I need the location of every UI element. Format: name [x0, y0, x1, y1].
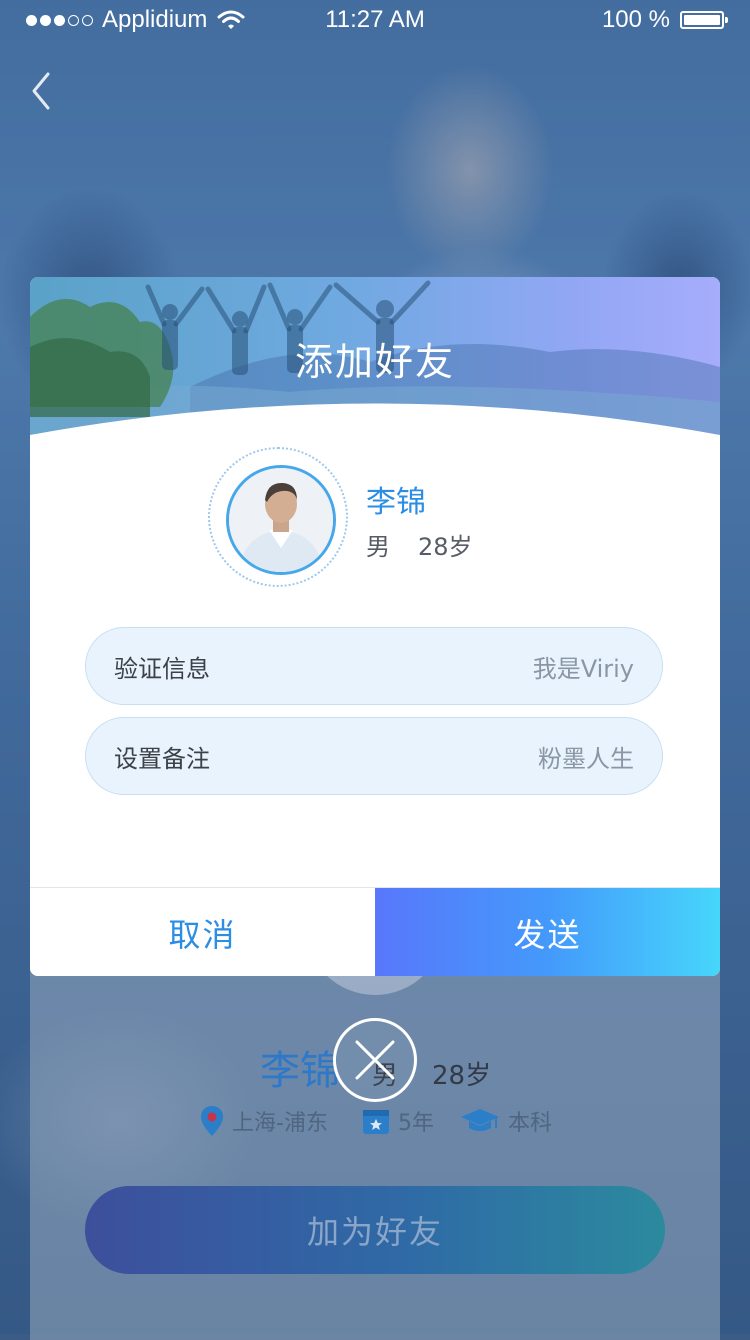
modal-header: 添加好友 — [30, 277, 720, 437]
profile-gender: 男 — [366, 533, 390, 561]
background-years: 5年 — [362, 1105, 434, 1137]
remark-input[interactable]: 粉墨人生 — [538, 739, 634, 774]
background-profile-name: 李锦 — [260, 1048, 340, 1094]
calendar-icon — [363, 1110, 389, 1134]
battery-icon — [680, 11, 728, 29]
background-profile-age: 28岁 — [432, 1061, 492, 1091]
add-friend-modal: 添加好友 李锦 男 28岁 验证信息 我是Viriy 设置备注 粉墨人生 取消 … — [30, 277, 720, 976]
modal-title: 添加好友 — [294, 340, 455, 384]
status-bar: Applidium 11:27 AM 100 % — [0, 0, 750, 40]
modal-footer: 取消 发送 — [30, 887, 720, 976]
battery-percent: 100 % — [601, 6, 670, 33]
send-button[interactable]: 发送 — [375, 888, 720, 976]
status-right: 100 % — [601, 6, 728, 34]
close-button[interactable] — [333, 1018, 417, 1102]
avatar — [226, 465, 336, 575]
profile-name: 李锦 — [366, 485, 426, 520]
cancel-button[interactable]: 取消 — [30, 888, 375, 976]
chevron-left-icon[interactable] — [24, 66, 64, 116]
location-pin-icon — [201, 1106, 223, 1136]
remark-label: 设置备注 — [114, 744, 210, 773]
graduation-cap-icon — [461, 1109, 499, 1131]
years-text: 5年 — [398, 1111, 434, 1136]
add-friend-button[interactable]: 加为好友 — [85, 1186, 665, 1274]
profile-age: 28岁 — [418, 533, 473, 561]
verification-message-field[interactable]: 验证信息 我是Viriy — [85, 627, 663, 705]
background-location: 上海-浦东 — [200, 1105, 328, 1137]
background-education: 本科 — [460, 1105, 552, 1137]
location-text: 上海-浦东 — [232, 1111, 328, 1136]
verification-input[interactable]: 我是Viriy — [533, 649, 634, 684]
remark-field[interactable]: 设置备注 粉墨人生 — [85, 717, 663, 795]
avatar-photo — [229, 468, 333, 572]
education-text: 本科 — [508, 1111, 553, 1136]
verification-label: 验证信息 — [114, 654, 210, 683]
close-icon — [355, 1040, 395, 1080]
